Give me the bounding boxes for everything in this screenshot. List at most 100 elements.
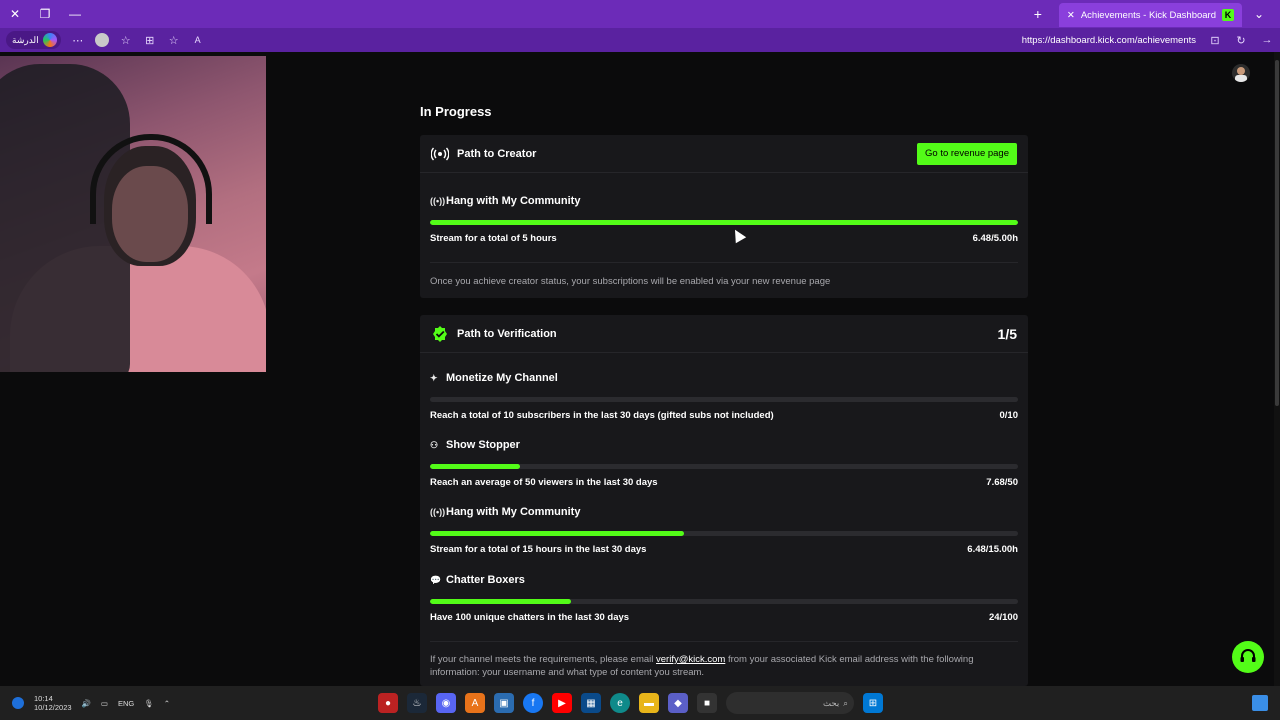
windows-start-icon[interactable]: ⊞ [863, 693, 883, 713]
app-icon[interactable]: ◆ [668, 693, 688, 713]
favorites-icon[interactable]: ☆ [119, 33, 133, 47]
chat-icon: 💬 [430, 574, 442, 585]
app-icon[interactable]: ▦ [581, 693, 601, 713]
minimize-window-icon[interactable]: — [66, 5, 84, 23]
go-to-revenue-button[interactable]: Go to revenue page [917, 142, 1017, 165]
user-avatar[interactable] [1232, 64, 1250, 82]
verification-card: Path to Verification 1/5 ✦ Monetize My C… [420, 315, 1028, 686]
progress-bar [430, 531, 1018, 536]
app-icon[interactable]: ▣ [494, 693, 514, 713]
progress-fill [430, 599, 572, 604]
broadcast-icon: ((•)) [430, 196, 446, 206]
verification-card-header: Path to Verification 1/5 [420, 315, 1028, 353]
search-icon: ⌕ [843, 697, 848, 708]
language-indicator[interactable]: ENG [118, 699, 134, 708]
webcam-overlay [0, 56, 266, 372]
progress-bar [430, 220, 1018, 225]
tray-chevron-icon[interactable]: ⌃ [164, 699, 170, 708]
app-icon[interactable]: ■ [697, 693, 717, 713]
viewers-icon: ⚇ [430, 439, 439, 450]
app-icon[interactable]: A [465, 693, 485, 713]
creator-achievement: ((•)) Hang with My Community Stream for … [430, 194, 1018, 244]
search-placeholder: بحث [823, 697, 840, 708]
taskbar-search[interactable]: بحث ⌕ [726, 692, 854, 714]
profile-pill[interactable]: الدرشة [6, 31, 61, 49]
forward-icon[interactable]: → [1260, 33, 1274, 47]
footer-text-before: If your channel meets the requirements, … [430, 654, 657, 665]
achievement-title: Show Stopper [446, 439, 520, 451]
achievement-progress-text: 6.48/15.00h [967, 544, 1018, 555]
progress-fill [430, 464, 521, 469]
support-chat-button[interactable] [1232, 641, 1264, 673]
achievement-hang-community: ((•)) Hang with My Community Stream for … [430, 505, 1018, 555]
notification-icon[interactable] [12, 697, 24, 709]
profile-avatar-icon[interactable] [94, 33, 109, 47]
achievement-chatter-boxers: 💬 Chatter Boxers Have 100 unique chatter… [430, 573, 1018, 623]
achievement-progress-text: 7.68/50 [986, 477, 1018, 488]
achievement-title: Hang with My Community [446, 506, 581, 518]
achievement-progress-text: 24/100 [988, 612, 1018, 623]
section-title: In Progress [420, 104, 492, 119]
windows-taskbar: 10:14 10/12/2023 🔊 ▭ ENG 🎙 ⌃ ● ♨ ◉ A ▣ f… [0, 686, 1280, 720]
browser-titlebar: ✕ ❐ — + ✕ Achievements - Kick Dashboard … [0, 0, 1280, 28]
achievement-title: Chatter Boxers [446, 574, 525, 586]
scrollbar-thumb[interactable] [1275, 60, 1279, 406]
progress-fill [430, 220, 1018, 225]
new-tab-icon[interactable]: + [1029, 5, 1047, 23]
clock-time[interactable]: 10:14 [34, 694, 72, 703]
tab-title: Achievements - Kick Dashboard [1080, 9, 1216, 21]
creator-card: Path to Creator Go to revenue page ((•))… [420, 135, 1028, 298]
creator-note: Once you achieve creator status, your su… [430, 276, 831, 287]
achievement-progress-text: 0/10 [999, 410, 1019, 421]
profile-pill-label: الدرشة [12, 34, 39, 45]
youtube-icon[interactable]: ▶ [552, 693, 572, 713]
tab-achievements[interactable]: ✕ Achievements - Kick Dashboard K [1058, 3, 1242, 27]
achievement-monetize: ✦ Monetize My Channel Reach a total of 1… [430, 371, 1018, 421]
volume-icon[interactable]: 🔊 [82, 699, 91, 708]
folder-icon[interactable]: ▬ [639, 693, 659, 713]
lock-icon: ⊡ [1210, 34, 1220, 47]
headset-icon [1240, 649, 1256, 662]
edge-icon[interactable]: e [610, 693, 630, 713]
kick-favicon-icon: K [1222, 9, 1234, 21]
achievement-title: Hang with My Community [446, 195, 581, 207]
more-icon[interactable]: ⋯ [71, 33, 85, 47]
copilot-icon[interactable] [42, 33, 57, 47]
achievement-show-stopper: ⚇ Show Stopper Reach an average of 50 vi… [430, 438, 1018, 488]
clock-date[interactable]: 10/12/2023 [34, 703, 72, 712]
tab-list-chevron-icon[interactable]: ⌄ [1250, 5, 1268, 23]
task-view-icon[interactable] [1252, 695, 1268, 711]
achievement-title: Monetize My Channel [446, 372, 558, 384]
achievement-description: Stream for a total of 15 hours in the la… [430, 544, 647, 555]
achievement-description: Stream for a total of 5 hours [430, 233, 557, 244]
facebook-icon[interactable]: f [523, 693, 543, 713]
sparkle-icon: ✦ [430, 372, 438, 383]
network-icon[interactable]: ▭ [101, 699, 108, 708]
achievement-description: Have 100 unique chatters in the last 30 … [430, 612, 630, 623]
verification-card-title: Path to Verification [457, 327, 557, 340]
url-field[interactable]: https://dashboard.kick.com/achievements [1022, 35, 1196, 46]
achievement-progress-text: 6.48/5.00h [972, 233, 1018, 244]
verification-counter: 1/5 [997, 325, 1017, 342]
collections-icon[interactable]: ⊞ [143, 33, 157, 47]
close-window-icon[interactable]: ✕ [6, 5, 24, 23]
progress-bar [430, 397, 1018, 402]
close-tab-icon[interactable]: ✕ [1067, 10, 1075, 21]
verify-email-link[interactable]: verify@kick.com [656, 654, 725, 665]
progress-fill [430, 531, 685, 536]
progress-bar [430, 599, 1018, 604]
restore-window-icon[interactable]: ❐ [36, 5, 54, 23]
broadcast-icon [431, 145, 449, 163]
read-aloud-icon[interactable]: A [191, 33, 205, 47]
creator-card-title: Path to Creator [457, 147, 537, 160]
verification-footer: If your channel meets the requirements, … [430, 653, 1016, 679]
creator-card-header: Path to Creator Go to revenue page [420, 135, 1028, 173]
broadcast-icon: ((•)) [430, 507, 446, 517]
discord-icon[interactable]: ◉ [436, 693, 456, 713]
add-favorite-icon[interactable]: ☆ [167, 33, 181, 47]
refresh-icon[interactable]: ↻ [1234, 33, 1248, 47]
microphone-icon[interactable]: 🎙 [144, 699, 154, 708]
steam-icon[interactable]: ♨ [407, 693, 427, 713]
app-icon[interactable]: ● [378, 693, 398, 713]
achievement-description: Reach an average of 50 viewers in the la… [430, 477, 658, 488]
